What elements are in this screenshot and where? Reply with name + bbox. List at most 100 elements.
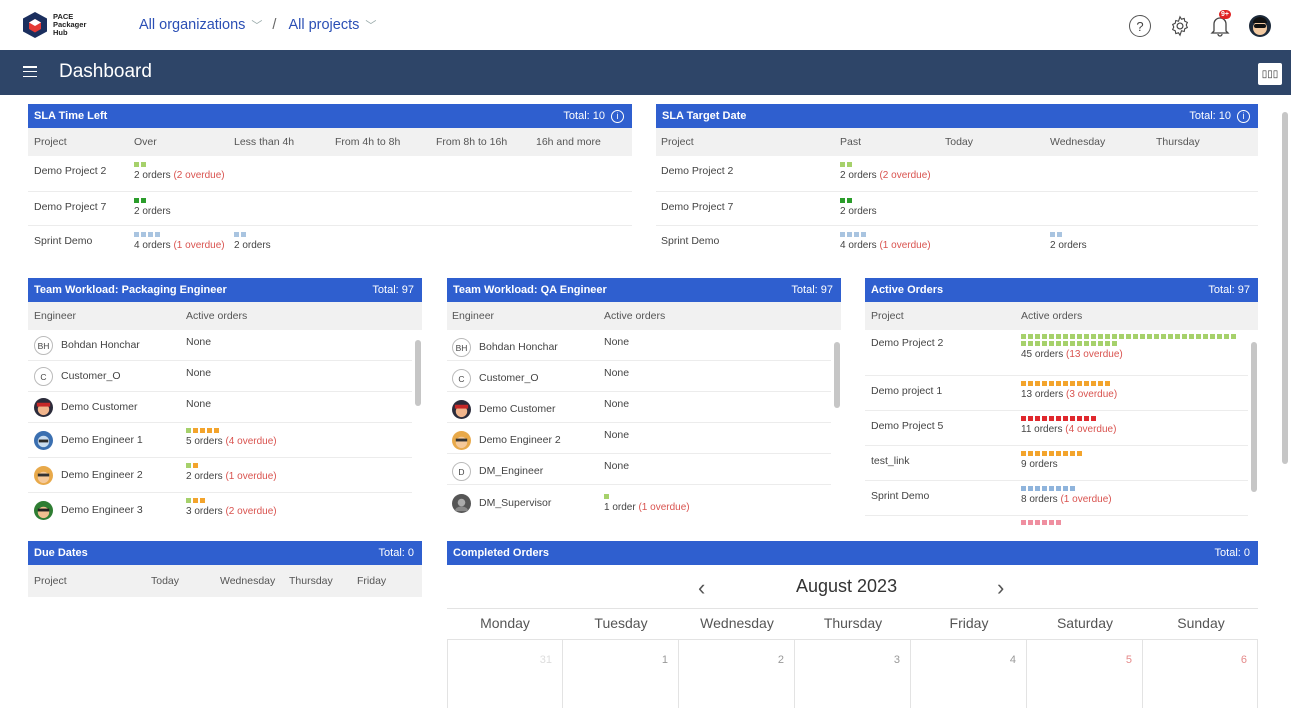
info-icon[interactable]: i (1237, 109, 1250, 123)
panel-header: SLA Target Date Total: 10 i (656, 104, 1258, 128)
avatar (34, 466, 53, 485)
orders-bar (840, 198, 877, 203)
panel-title: Due Dates (34, 547, 88, 559)
table-row[interactable]: Demo Engineer 2 2 orders (1 overdue) (28, 458, 412, 493)
panel-header: Completed Orders Total: 0 (447, 541, 1258, 565)
table-row[interactable]: Demo Project 7 2 orders (28, 192, 632, 226)
col-4h-8h: From 4h to 8h (335, 136, 401, 148)
next-month-button[interactable]: › (997, 575, 1004, 601)
col-less-4h: Less than 4h (234, 136, 295, 148)
calendar-day[interactable]: 3 (795, 639, 911, 708)
panel-header: Active Orders Total: 97 (865, 278, 1258, 302)
notifications-button[interactable]: 9+ (1207, 10, 1233, 39)
order-count: 2 orders (234, 240, 271, 251)
weekday-header: Sunday (1177, 615, 1225, 631)
panel-total: Total: 97 (1208, 284, 1250, 296)
orders-text: None (604, 429, 630, 441)
overdue-count: (2 overdue) (225, 506, 277, 517)
engineer-name: Demo Engineer 2 (479, 434, 561, 446)
chevron-down-icon[interactable]: ﹀ (365, 17, 376, 33)
month-title: August 2023 (796, 576, 898, 596)
settings-button[interactable] (1167, 13, 1193, 39)
help-button[interactable]: ? (1127, 13, 1153, 39)
sla-target-date-panel: SLA Target Date Total: 10 i Project Past … (656, 104, 1258, 264)
sla-time-left-panel: SLA Time Left Total: 10 i Project Over Le… (28, 104, 632, 264)
calendar-day[interactable]: 2 (679, 639, 795, 708)
col-over: Over (134, 136, 157, 148)
table-row[interactable]: Demo Customer None (28, 392, 412, 423)
table-row[interactable]: Demo Project 5 11 orders (4 overdue) (865, 411, 1248, 446)
weekday-header: Saturday (1056, 615, 1114, 631)
col-today: Today (151, 575, 180, 587)
table-row[interactable]: BH Bohdan Honchar None (28, 330, 412, 361)
table-row[interactable]: Demo Project 2 45 orders (13 overdue) (865, 330, 1248, 376)
col-active-orders: Active orders (1021, 310, 1083, 322)
table-row[interactable]: Sprint Demo 4 orders (1 overdue) 2 order… (656, 226, 1258, 260)
table-row[interactable]: Demo Project 2 2 orders (2 overdue) (656, 156, 1258, 192)
table-row[interactable]: Demo Project 2 2 orders (2 overdue) (28, 156, 632, 192)
orders-bar (134, 232, 225, 237)
table-row[interactable]: D DM_Engineer None (447, 454, 831, 485)
col-engineer: Engineer (34, 310, 77, 322)
table-row[interactable]: test_link 9 orders (865, 446, 1248, 481)
orders-bar (604, 494, 690, 499)
table-row[interactable]: Sprint Demo 8 orders (1 overdue) (865, 481, 1248, 516)
panel-title: Team Workload: Packaging Engineer (34, 284, 227, 296)
orders-bar (1021, 520, 1061, 525)
top-icons: ? 9+ (1113, 10, 1273, 39)
scrollbar[interactable] (834, 330, 840, 526)
chevron-down-icon[interactable]: ﹀ (251, 17, 262, 33)
calendar-day[interactable]: 31 (447, 639, 563, 708)
orders-text: 2 orders (186, 471, 223, 482)
table-row[interactable] (865, 516, 1248, 526)
table-row[interactable]: Demo Engineer 2 None (447, 423, 831, 454)
orders-text: 45 orders (1021, 349, 1064, 360)
table-row[interactable]: C Customer_O None (28, 361, 412, 392)
orders-text: None (186, 398, 212, 410)
page-scrollbar[interactable] (1281, 98, 1289, 708)
orders-bar (1050, 232, 1087, 237)
calendar-day[interactable]: 4 (911, 639, 1027, 708)
overdue-count: (2 overdue) (173, 170, 225, 181)
app-logo[interactable]: PACE Packager Hub (22, 11, 86, 39)
scrollbar[interactable] (1251, 330, 1257, 526)
orders-bar (1021, 381, 1117, 386)
orders-bar (1021, 416, 1116, 421)
col-thursday: Thursday (1156, 136, 1200, 148)
overdue-count: (1 overdue) (638, 502, 690, 513)
avatar-icon (1249, 15, 1271, 37)
user-avatar[interactable] (1247, 13, 1273, 39)
table-row[interactable]: Demo Customer None (447, 392, 831, 423)
orders-text: None (604, 336, 630, 348)
col-wednesday: Wednesday (1050, 136, 1106, 148)
calendar-day[interactable]: 5 (1027, 639, 1143, 708)
scrollbar[interactable] (415, 330, 421, 526)
avatar: D (452, 462, 471, 481)
panel-title: Active Orders (871, 284, 944, 296)
orders-text: None (186, 367, 212, 379)
calendar-day[interactable]: 6 (1143, 639, 1258, 708)
project-selector[interactable]: All projects (288, 17, 359, 33)
orders-text: None (604, 367, 630, 379)
table-row[interactable]: DM_Supervisor 1 order (1 overdue) (447, 485, 831, 525)
table-row[interactable]: BH Bohdan Honchar None (447, 330, 831, 361)
breadcrumb: All organizations ﹀ / All projects ﹀ (139, 17, 384, 33)
info-icon[interactable]: i (611, 109, 624, 123)
orders-bar (134, 198, 171, 203)
org-selector[interactable]: All organizations (139, 17, 245, 33)
breadcrumb-separator: / (272, 17, 277, 33)
table-row[interactable]: C Customer_O None (447, 361, 831, 392)
table-row[interactable]: Sprint Demo 4 orders (1 overdue) 2 order… (28, 226, 632, 260)
avatar: C (452, 369, 471, 388)
table-row[interactable]: Demo Engineer 1 5 orders (4 overdue) (28, 423, 412, 458)
calendar-day[interactable]: 1 (563, 639, 679, 708)
col-project: Project (34, 575, 67, 587)
menu-icon[interactable] (23, 66, 37, 77)
table-row[interactable]: Demo Engineer 3 3 orders (2 overdue) (28, 493, 412, 526)
table-row[interactable]: Demo project 1 13 orders (3 overdue) (865, 376, 1248, 411)
prev-month-button[interactable]: ‹ (698, 575, 705, 601)
table-row[interactable]: Demo Project 7 2 orders (656, 192, 1258, 226)
table-header: Engineer Active orders (28, 302, 422, 330)
layout-toggle-button[interactable]: ▯▯▯ (1258, 63, 1282, 85)
overdue-count: (1 overdue) (1060, 494, 1112, 505)
